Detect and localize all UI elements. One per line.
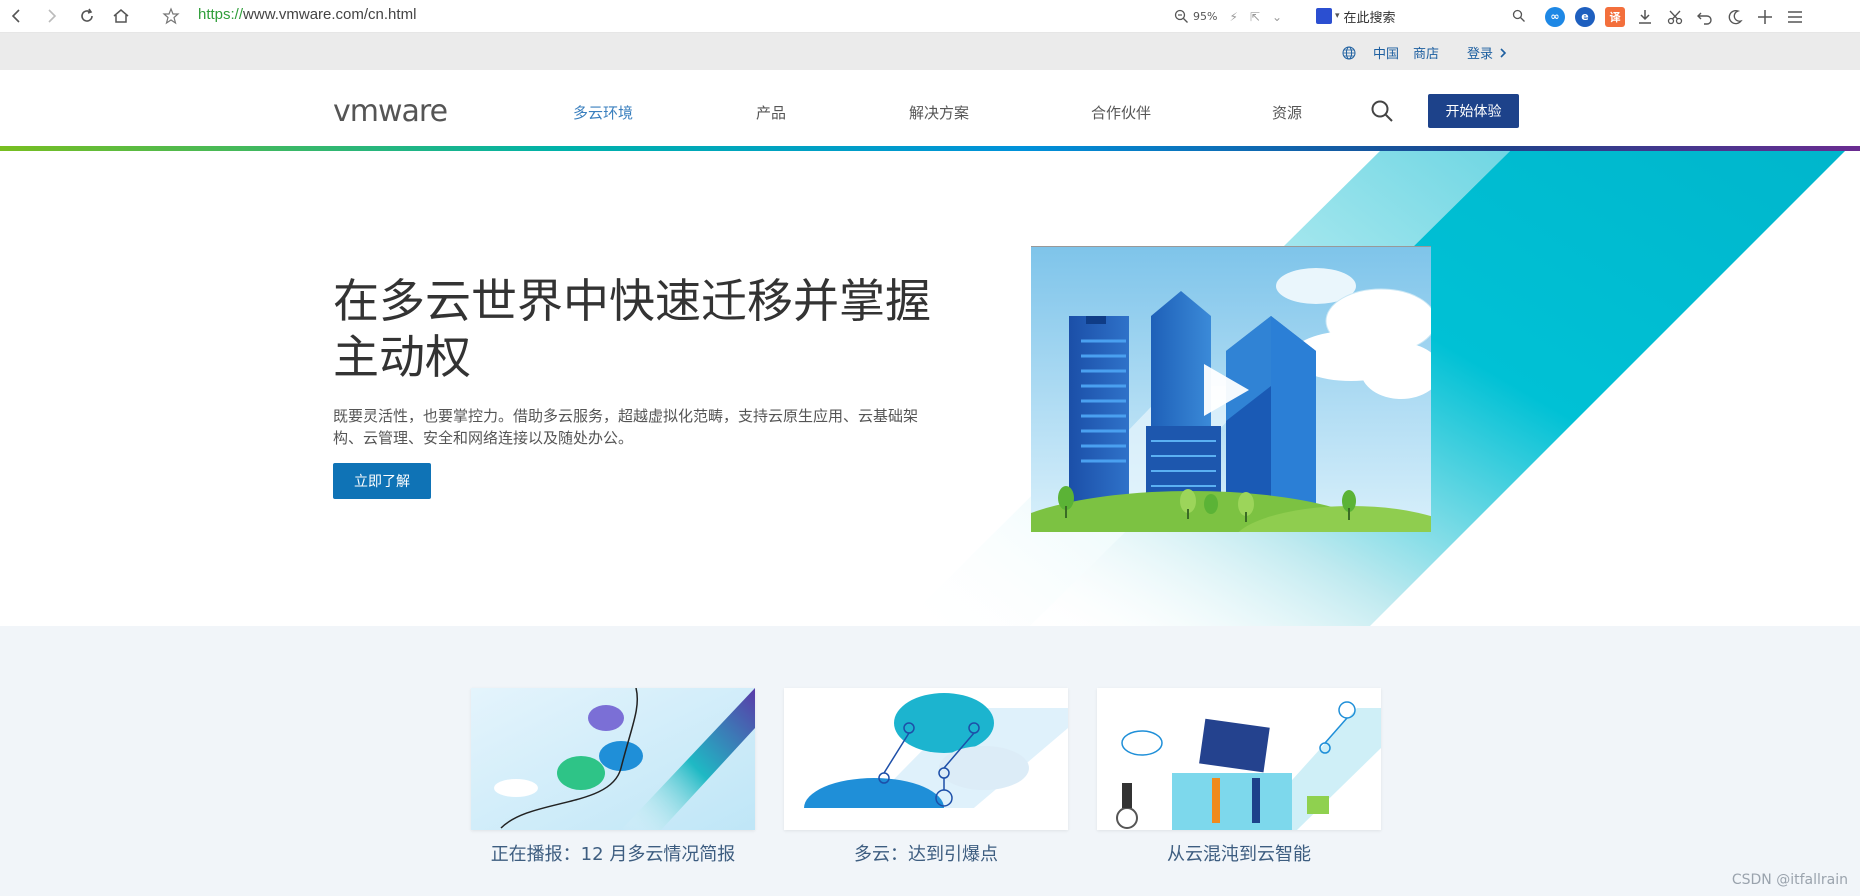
url-protocol: https:// (198, 6, 244, 23)
caret-icon: ▾ (1335, 11, 1340, 21)
region-link[interactable]: 中国 (1342, 43, 1399, 62)
card-image (471, 687, 755, 830)
zoom-control[interactable]: 95% (1174, 9, 1217, 24)
hero-description: 既要灵活性，也要掌控力。借助多云服务，超越虚拟化范畴，支持云原生应用、云基础架构… (333, 407, 919, 447)
nav-item-multicloud[interactable]: 多云环境 (573, 102, 633, 123)
undo-icon[interactable] (1690, 0, 1720, 33)
moon-icon[interactable] (1720, 0, 1750, 33)
building-shape (1086, 316, 1106, 324)
hero-video-thumbnail[interactable] (1031, 246, 1431, 532)
card-image (784, 688, 1068, 838)
feature-card[interactable]: 从云混沌到云智能 (1097, 688, 1381, 866)
nav-item-solutions[interactable]: 解决方案 (909, 102, 969, 123)
feature-card[interactable]: 正在播报：12 月多云情况简报 (471, 687, 755, 866)
globe-icon (1342, 46, 1356, 59)
extension-infinity-icon[interactable]: ∞ (1540, 0, 1570, 33)
share-icon[interactable]: ⇱ (1250, 10, 1260, 24)
login-label: 登录 (1466, 47, 1493, 62)
bookmark-star-icon[interactable] (154, 0, 188, 33)
card-title[interactable]: 从云混沌到云智能 (1097, 844, 1381, 866)
chevron-down-icon[interactable]: ⌄ (1272, 10, 1282, 24)
zoom-icon (1174, 9, 1188, 23)
start-trial-button[interactable]: 开始体验 (1428, 94, 1519, 128)
hero-title: 在多云世界中快速迁移并掌握主动权 (333, 274, 931, 384)
learn-more-button[interactable]: 立即了解 (333, 463, 431, 499)
card-title[interactable]: 正在播报：12 月多云情况简报 (471, 844, 755, 866)
login-link[interactable]: 登录 (1453, 43, 1508, 62)
lightning-icon[interactable]: ⚡ (1229, 10, 1237, 24)
search-icon[interactable] (1512, 9, 1526, 23)
chevron-right-icon (1500, 47, 1507, 58)
back-icon[interactable] (0, 0, 34, 33)
forward-icon[interactable] (34, 0, 68, 33)
store-link[interactable]: 商店 (1413, 43, 1439, 62)
nav-item-resources[interactable]: 资源 (1272, 102, 1302, 123)
hero-section: 在多云世界中快速迁移并掌握主动权 既要灵活性，也要掌控力。借助多云服务，超越虚拟… (0, 151, 1860, 626)
download-icon[interactable] (1630, 0, 1660, 33)
vmware-logo[interactable]: vmware (333, 94, 448, 129)
browser-toolbar: https://www.vmware.com/cn.html 95% ⚡ ⇱ ⌄… (0, 0, 1860, 33)
baidu-icon (1316, 8, 1332, 24)
card-image (1097, 688, 1381, 830)
featured-cards-section: 正在播报：12 月多云情况简报 多云：达到引爆点 从云混沌到云智能 CSDN @… (0, 626, 1860, 896)
feature-card[interactable]: 多云：达到引爆点 (784, 688, 1068, 866)
nav-item-partners[interactable]: 合作伙伴 (1091, 102, 1151, 123)
toolbar-right: 95% ⚡ ⇱ ⌄ (1168, 0, 1288, 33)
address-bar[interactable]: https://www.vmware.com/cn.html (198, 6, 416, 23)
region-label: 中国 (1372, 47, 1399, 62)
hero-background-graphic (900, 151, 1860, 626)
main-navigation: vmware 多云环境 产品 解决方案 合作伙伴 资源 开始体验 (0, 70, 1860, 146)
search-icon[interactable] (1370, 99, 1394, 123)
new-tab-plus-icon[interactable] (1750, 0, 1780, 33)
search-placeholder: 在此搜索 (1343, 10, 1396, 26)
utility-bar: 中国 商店 登录 (0, 33, 1860, 70)
utility-links: 中国 商店 登录 (1328, 43, 1508, 62)
extension-icons: ∞ e 译 (1540, 0, 1810, 33)
csdn-watermark: CSDN @itfallrain (1731, 872, 1848, 888)
zoom-level: 95% (1193, 10, 1218, 23)
card-title[interactable]: 多云：达到引爆点 (784, 844, 1068, 866)
scissors-icon[interactable] (1660, 0, 1690, 33)
nav-item-products[interactable]: 产品 (756, 102, 786, 123)
extension-e-icon[interactable]: e (1570, 0, 1600, 33)
search-box[interactable]: ▾ 在此搜索 (1316, 4, 1526, 28)
reload-icon[interactable] (70, 0, 104, 33)
url-text: www.vmware.com/cn.html (243, 6, 417, 23)
home-icon[interactable] (104, 0, 138, 33)
translate-icon[interactable]: 译 (1600, 0, 1630, 33)
building-shape (1069, 316, 1129, 511)
menu-icon[interactable] (1780, 0, 1810, 33)
